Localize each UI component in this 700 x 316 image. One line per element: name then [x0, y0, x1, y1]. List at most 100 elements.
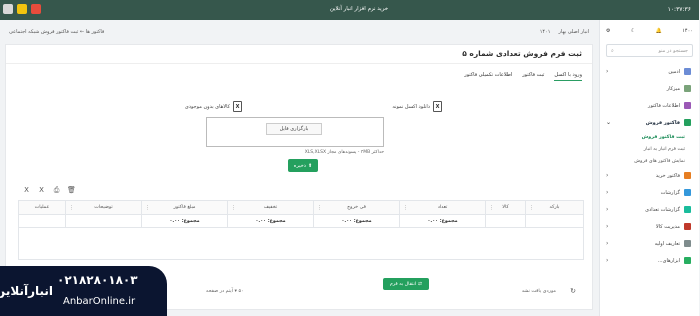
- top-icons: [4, 4, 42, 14]
- upload-file-button[interactable]: بارگزاری فایل: [267, 123, 323, 135]
- brand-phone: ۰۲۱۸۲۸۰۱۸۰۳: [58, 273, 139, 287]
- brand-site: AnbarOnline.ir: [64, 296, 137, 307]
- count-report-icon: [685, 206, 692, 213]
- sidebar-top: ⚙ ☾ 🔔 ۱۴۰۰: [601, 20, 700, 42]
- tabs: ورود با اکسل ثبت فاکتور اطلاعات تکمیلی ف…: [465, 72, 583, 81]
- sidebar-item-definitions[interactable]: تعاریف اولیه ‹: [601, 235, 700, 252]
- totals-row: مجموع: ۰.۰۰ مجموع: ۰.۰۰ مجموع: ۰.۰۰ مجمو…: [20, 215, 584, 228]
- save-button[interactable]: ⬆ ذخیره: [289, 159, 319, 172]
- delete-icon[interactable]: 🗑: [68, 185, 77, 195]
- settings-icon[interactable]: ⚙: [607, 28, 611, 34]
- tab-extra-info[interactable]: اطلاعات تکمیلی فاکتور: [465, 72, 513, 81]
- chevron-left-icon: ‹: [607, 257, 610, 264]
- sidebar-item-tools[interactable]: ابزارهای... ‹: [601, 252, 700, 269]
- items-without-stock-link[interactable]: X کالاهای بدون موجودی: [186, 101, 243, 112]
- top-bar: ۱۰:۳۷:۳۶ خرید نرم افزار انبار آنلاین: [0, 0, 700, 20]
- night-mode-icon[interactable]: ☾: [632, 28, 636, 34]
- sidebar-item-sales-invoice[interactable]: فاکتور فروش ⌄: [601, 114, 700, 131]
- admin-icon: [685, 68, 692, 75]
- upload-icon: ⬆: [309, 162, 314, 169]
- sidebar-subitem-register-sales[interactable]: ثبت فاکتور فروش: [601, 131, 700, 143]
- tools-icon: [685, 257, 692, 264]
- chevron-left-icon: ‹: [607, 240, 610, 247]
- refresh-icon[interactable]: ↻: [571, 287, 577, 295]
- transfer-to-form-button[interactable]: ⇄ انتقال به فرم: [384, 278, 430, 290]
- buy-icon: [685, 172, 692, 179]
- tab-register-invoice[interactable]: ثبت فاکتور: [523, 72, 545, 81]
- items-grid: بارکد ⋮ کالا ⋮ تعداد ⋮ فی خروج ⋮ تخفیف ⋮ مبلغ…: [19, 200, 585, 260]
- menu-search-placeholder: جستجو در منو: [659, 47, 689, 54]
- alert-icon[interactable]: [32, 4, 42, 14]
- column-header[interactable]: مبلغ فاکتور ⋮: [142, 201, 228, 214]
- sidebar: ⚙ ☾ 🔔 ۱۴۰۰ جستجو در منو ⌕ ادمین ‹ میزکار…: [600, 20, 700, 316]
- chevron-left-icon: ‹: [607, 206, 610, 213]
- desk-icon: [685, 85, 692, 92]
- cart-icon: [685, 119, 692, 126]
- chevron-down-icon: ▾: [235, 288, 238, 294]
- report-icon: [685, 189, 692, 196]
- sidebar-item-desk[interactable]: میزکار: [601, 80, 700, 97]
- grid-toolbar: X X ⎙ 🗑: [23, 185, 77, 195]
- total-cell: [20, 215, 66, 227]
- download-sample-link[interactable]: X دانلود اکسل نمونه: [393, 101, 443, 112]
- total-cell: مجموع: ۰.۰۰: [314, 215, 400, 227]
- top-message[interactable]: خرید نرم افزار انبار آنلاین: [210, 6, 510, 12]
- sidebar-item-admin[interactable]: ادمین ‹: [601, 63, 700, 80]
- column-header[interactable]: فی خروج ⋮: [314, 201, 400, 214]
- sidebar-subitem-show-sales[interactable]: نمایش فاکتور های فروش: [601, 155, 700, 167]
- breadcrumb[interactable]: فاکتور ها ← ثبت فاکتور فروش شبکه اجتماعی: [10, 29, 105, 35]
- upload-hint: حداکثر ۳MB - پسوندهای مجاز XLS,XLSX: [305, 150, 385, 155]
- column-header[interactable]: بارکد ⋮: [526, 201, 584, 214]
- column-header[interactable]: تعداد ⋮: [400, 201, 486, 214]
- file-upload-box[interactable]: بارگزاری فایل: [207, 117, 385, 147]
- box-icon: [685, 223, 692, 230]
- column-header[interactable]: کالا ⋮: [486, 201, 526, 214]
- column-header[interactable]: تخفیف ⋮: [228, 201, 314, 214]
- column-header[interactable]: عملیات: [20, 201, 66, 214]
- tab-excel-import[interactable]: ورود با اکسل: [555, 72, 583, 81]
- bell-icon[interactable]: 🔔: [657, 28, 663, 34]
- chevron-down-icon: ⌄: [607, 119, 613, 126]
- context-selectors: انبار اصلی بهار ۱۴۰۱: [541, 29, 590, 35]
- notification-icon[interactable]: [18, 4, 28, 14]
- chevron-left-icon: ‹: [607, 223, 610, 230]
- breadcrumb-bar: انبار اصلی بهار ۱۴۰۱ فاکتور ها ← ثبت فاک…: [6, 24, 594, 40]
- chevron-left-icon: ‹: [607, 172, 610, 179]
- year-indicator[interactable]: ۱۴۰۰: [683, 28, 694, 34]
- page-title: ثبت فرم فروش تعدادی شماره ۵: [463, 49, 583, 58]
- per-page-selector[interactable]: ۵۰ ▾ آیتم در صفحه: [207, 289, 245, 294]
- empty-text: موردی یافت نشد: [522, 288, 557, 294]
- info-icon: [685, 102, 692, 109]
- menu-search-input[interactable]: جستجو در منو ⌕: [607, 44, 694, 57]
- column-header[interactable]: توضیحات ⋮: [66, 201, 142, 214]
- sidebar-item-count-reports[interactable]: گزارشات تعدادی ‹: [601, 201, 700, 218]
- total-cell: [66, 215, 142, 227]
- excel-icon: X: [434, 101, 443, 112]
- sidebar-item-reports[interactable]: گزارشات ‹: [601, 184, 700, 201]
- chevron-left-icon: ‹: [607, 68, 610, 75]
- print-icon[interactable]: ⎙: [53, 185, 62, 195]
- definition-icon: [685, 240, 692, 247]
- excel-export-icon[interactable]: X: [23, 185, 32, 195]
- brand-logo: انبارآنلاین: [0, 284, 54, 298]
- sidebar-subitem-warehouse-transfer[interactable]: ثبت فرم انبار به انبار: [601, 143, 700, 155]
- excel-icon: X: [234, 101, 243, 112]
- total-cell: [526, 215, 584, 227]
- total-cell: [486, 215, 526, 227]
- grid-header: بارکد ⋮ کالا ⋮ تعداد ⋮ فی خروج ⋮ تخفیف ⋮ مبلغ…: [20, 201, 584, 215]
- sidebar-item-purchase-invoice[interactable]: فاکتور خرید ‹: [601, 167, 700, 184]
- divider: [7, 63, 593, 64]
- total-cell: مجموع: ۰.۰۰: [228, 215, 314, 227]
- brand-banner: انبارآنلاین ۰۲۱۸۲۸۰۱۸۰۳ AnbarOnline.ir: [0, 266, 168, 316]
- sidebar-item-invoice-info[interactable]: اطلاعات فاکتور: [601, 97, 700, 114]
- total-cell: مجموع: ۰.۰۰: [400, 215, 486, 227]
- year-selector[interactable]: ۱۴۰۱: [541, 29, 552, 35]
- transfer-icon: ⇄: [419, 281, 424, 287]
- app-icon[interactable]: [4, 4, 14, 14]
- sidebar-item-product-management[interactable]: مدیریت کالا ‹: [601, 218, 700, 235]
- warehouse-selector[interactable]: انبار اصلی بهار: [560, 29, 591, 35]
- chevron-left-icon: ‹: [607, 189, 610, 196]
- search-icon: ⌕: [612, 47, 615, 54]
- excel-import-icon[interactable]: X: [38, 185, 47, 195]
- clock-text: ۱۰:۳۷:۳۶: [668, 6, 692, 13]
